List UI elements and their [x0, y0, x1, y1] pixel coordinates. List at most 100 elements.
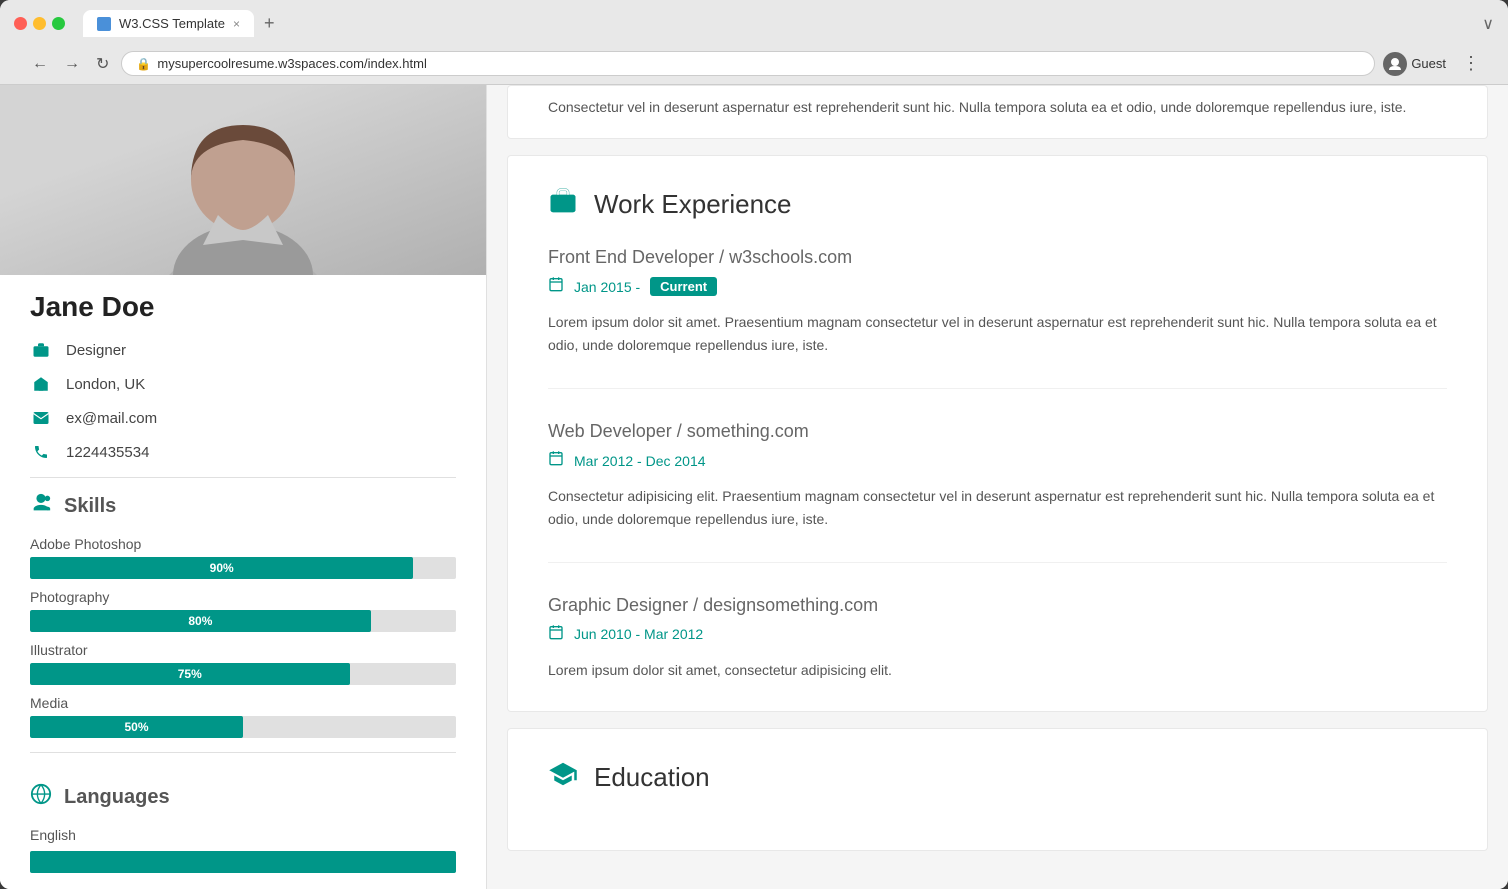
experience-date-row: Jun 2010 - Mar 2012 [548, 624, 1447, 645]
email-item: ex@mail.com [30, 407, 456, 429]
work-experience-header: Work Experience [548, 186, 1447, 223]
skill-bar-container: 80% [30, 610, 456, 632]
languages-section: Languages English [0, 783, 486, 889]
skill-item: Media 50% [30, 695, 456, 738]
profile-photo [0, 85, 486, 275]
forward-button[interactable]: → [60, 53, 84, 75]
experience-item: Web Developer / something.com Mar 2012 - … [548, 421, 1447, 563]
tab-title: W3.CSS Template [119, 16, 225, 31]
skill-bar-container: 90% [30, 557, 456, 579]
address-bar[interactable]: 🔒 mysupercoolresume.w3spaces.com/index.h… [121, 51, 1375, 76]
experience-item: Graphic Designer / designsomething.com Ju… [548, 595, 1447, 681]
skill-bar: 75% [30, 663, 350, 685]
photo-placeholder [0, 85, 486, 275]
home-icon [30, 373, 52, 395]
briefcase-large-icon [548, 186, 578, 223]
skill-bar-container: 50% [30, 716, 456, 738]
email-text: ex@mail.com [66, 410, 157, 427]
browser-content: Jane Doe Designer [0, 85, 1508, 889]
experience-item: Front End Developer / w3schools.com Jan 2… [548, 247, 1447, 389]
account-icon [1387, 56, 1403, 72]
skill-item: Photography 80% [30, 589, 456, 632]
maximize-button[interactable] [52, 17, 65, 30]
skills-icon [30, 492, 52, 520]
english-label: English [30, 827, 456, 843]
experience-title: Web Developer / something.com [548, 421, 1447, 442]
sidebar: Jane Doe Designer [0, 85, 487, 889]
person-silhouette [93, 85, 393, 275]
education-title: Education [594, 762, 710, 793]
active-tab[interactable]: W3.CSS Template × [83, 10, 254, 37]
skill-bar: 80% [30, 610, 371, 632]
experience-date-row: Jan 2015 - Current [548, 276, 1447, 297]
skill-name: Illustrator [30, 642, 456, 658]
back-button[interactable]: ← [28, 53, 52, 75]
phone-text: 1224435534 [66, 444, 149, 461]
browser-menu-button[interactable]: ⋮ [1462, 53, 1480, 74]
expand-button[interactable]: ∨ [1482, 14, 1494, 34]
education-header: Education [548, 759, 1447, 796]
skill-name: Media [30, 695, 456, 711]
current-badge: Current [650, 277, 717, 296]
close-button[interactable] [14, 17, 27, 30]
guest-area: Guest [1383, 52, 1446, 76]
tab-close-button[interactable]: × [233, 17, 240, 31]
date-from: Jan 2015 - [574, 279, 640, 295]
experience-description: Consectetur adipisicing elit. Praesentiu… [548, 485, 1447, 530]
main-content: Consectetur vel in deserunt aspernatur e… [487, 85, 1508, 889]
date-range: Jun 2010 - Mar 2012 [574, 626, 703, 642]
work-experience-card: Work Experience Front End Developer / w3… [507, 155, 1488, 712]
sidebar-info: Jane Doe Designer [0, 275, 486, 783]
experience-description: Lorem ipsum dolor sit amet, consectetur … [548, 659, 1447, 681]
experience-title: Front End Developer / w3schools.com [548, 247, 1447, 268]
guest-label: Guest [1411, 56, 1446, 71]
browser-addressbar: ← → ↻ 🔒 mysupercoolresume.w3spaces.com/i… [14, 45, 1494, 84]
browser-titlebar: W3.CSS Template × + ∨ ← → ↻ 🔒 mysupercoo… [0, 0, 1508, 85]
skill-item: Adobe Photoshop 90% [30, 536, 456, 579]
english-bar [30, 851, 456, 873]
traffic-lights [14, 17, 65, 30]
skill-name: Photography [30, 589, 456, 605]
languages-section-title: Languages [30, 783, 456, 811]
languages-title-text: Languages [64, 786, 170, 809]
partial-card: Consectetur vel in deserunt aspernatur e… [507, 85, 1488, 139]
partial-card-text: Consectetur vel in deserunt aspernatur e… [548, 86, 1447, 118]
education-icon [548, 759, 578, 796]
browser-tabs: W3.CSS Template × + [83, 10, 1474, 37]
location-text: London, UK [66, 376, 145, 393]
lock-icon: 🔒 [136, 57, 151, 71]
skills-title-text: Skills [64, 495, 116, 518]
browser-controls: W3.CSS Template × + ∨ [14, 10, 1494, 37]
url-text: mysupercoolresume.w3spaces.com/index.htm… [157, 56, 427, 71]
skill-bar: 50% [30, 716, 243, 738]
calendar-icon [548, 624, 564, 645]
work-experience-title: Work Experience [594, 189, 792, 220]
calendar-icon [548, 276, 564, 297]
education-card: Education [507, 728, 1488, 851]
experience-title: Graphic Designer / designsomething.com [548, 595, 1447, 616]
location-item: London, UK [30, 373, 456, 395]
experience-description: Lorem ipsum dolor sit amet. Praesentium … [548, 311, 1447, 356]
job-item: Designer [30, 339, 456, 361]
briefcase-icon [30, 339, 52, 361]
browser-window: W3.CSS Template × + ∨ ← → ↻ 🔒 mysupercoo… [0, 0, 1508, 889]
skills-section-title: Skills [30, 492, 456, 520]
skill-bar: 90% [30, 557, 413, 579]
phone-item: 1224435534 [30, 441, 456, 463]
experience-container: Front End Developer / w3schools.com Jan 2… [548, 247, 1447, 681]
skill-name: Adobe Photoshop [30, 536, 456, 552]
minimize-button[interactable] [33, 17, 46, 30]
calendar-icon [548, 450, 564, 471]
new-tab-button[interactable]: + [258, 13, 281, 34]
person-name: Jane Doe [30, 291, 456, 323]
divider [30, 477, 456, 478]
phone-icon [30, 441, 52, 463]
divider-2 [30, 752, 456, 753]
refresh-button[interactable]: ↻ [92, 52, 113, 76]
skill-bar-container: 75% [30, 663, 456, 685]
date-range: Mar 2012 - Dec 2014 [574, 453, 706, 469]
guest-avatar [1383, 52, 1407, 76]
experience-date-row: Mar 2012 - Dec 2014 [548, 450, 1447, 471]
job-title-text: Designer [66, 342, 126, 359]
globe-icon [30, 783, 52, 811]
